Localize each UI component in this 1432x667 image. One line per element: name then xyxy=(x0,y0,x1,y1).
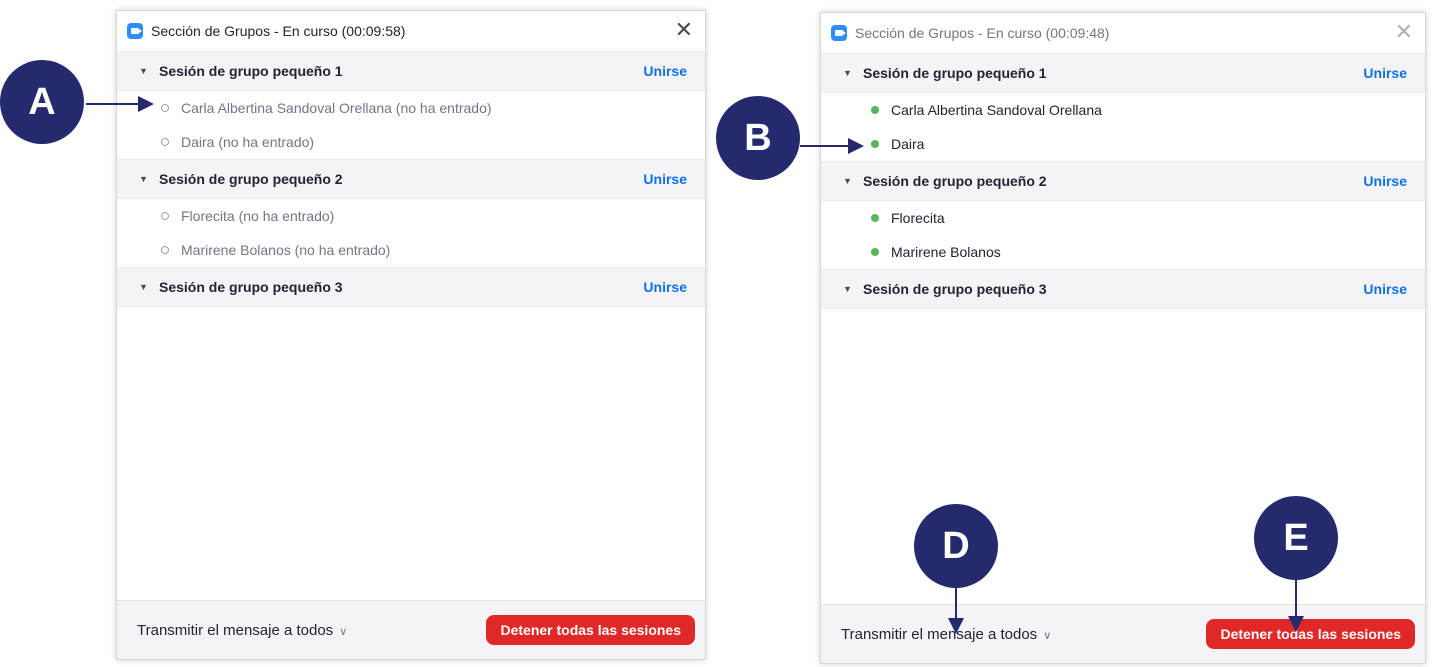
badge-a: A xyxy=(0,60,84,144)
badge-b: B xyxy=(716,96,800,180)
annotation-arrows xyxy=(86,96,1304,634)
badge-d: D xyxy=(914,504,998,588)
badge-e: E xyxy=(1254,496,1338,580)
